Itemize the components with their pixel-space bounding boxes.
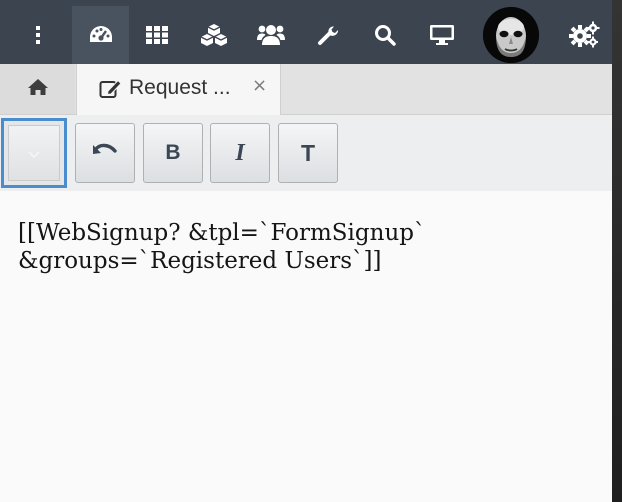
bold-icon: B	[165, 141, 181, 164]
editor-area[interactable]: [[WebSignup? &tpl=`FormSignup` &groups=`…	[0, 191, 612, 502]
tools-button[interactable]	[300, 6, 356, 64]
editor-toolbar: B I T	[0, 115, 612, 191]
search-button[interactable]	[357, 6, 413, 64]
format-select-box	[8, 125, 60, 181]
vertical-ellipsis-icon	[35, 25, 41, 45]
tab-bar: Request ... ×	[0, 64, 612, 115]
wrench-icon	[317, 24, 339, 46]
preview-button[interactable]	[414, 6, 470, 64]
top-navigation-bar	[0, 0, 612, 64]
desktop-icon	[429, 24, 455, 46]
modules-button[interactable]	[186, 6, 242, 64]
undo-button[interactable]	[75, 123, 135, 183]
edit-icon	[99, 78, 123, 104]
avatar[interactable]	[483, 7, 539, 63]
home-icon	[27, 78, 49, 100]
background-edge	[612, 0, 622, 502]
dashboard-icon	[88, 24, 114, 46]
format-select[interactable]	[1, 118, 67, 188]
bold-button[interactable]: B	[143, 123, 203, 183]
text-icon: T	[300, 139, 316, 166]
search-icon	[374, 24, 396, 46]
tab-home[interactable]	[0, 64, 75, 114]
editor-window: Request ... × B I T [[WebSignup? &tpl=`F…	[0, 0, 612, 502]
users-icon	[257, 24, 285, 46]
gears-icon	[568, 21, 600, 49]
close-icon[interactable]: ×	[252, 75, 267, 96]
tab-request[interactable]: Request ... ×	[76, 64, 281, 115]
text-button[interactable]: T	[278, 123, 338, 183]
users-button[interactable]	[243, 6, 299, 64]
italic-button[interactable]: I	[210, 123, 270, 183]
chevron-down-icon	[28, 144, 40, 163]
menu-toggle-button[interactable]	[10, 6, 66, 64]
dashboard-button[interactable]	[72, 6, 129, 64]
editor-content[interactable]: [[WebSignup? &tpl=`FormSignup` &groups=`…	[18, 219, 598, 275]
italic-icon: I	[235, 139, 245, 166]
tab-label: Request ...	[129, 76, 231, 99]
grid-icon	[146, 26, 168, 44]
undo-icon	[92, 141, 118, 165]
cubes-icon	[200, 23, 228, 47]
settings-button[interactable]	[556, 6, 612, 64]
elements-button[interactable]	[129, 6, 185, 64]
